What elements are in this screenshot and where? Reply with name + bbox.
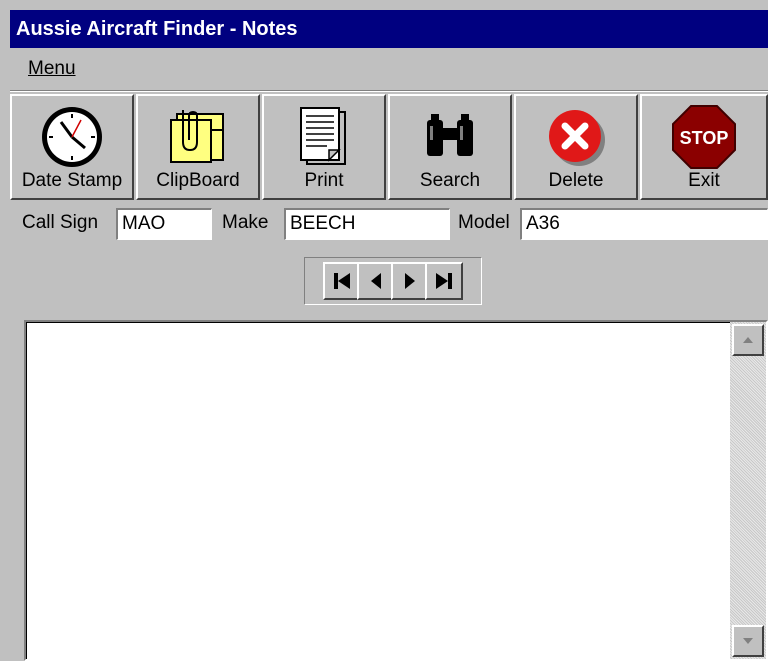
- first-record-button[interactable]: [323, 262, 361, 300]
- notes-text-area[interactable]: [26, 322, 730, 659]
- clipboard-button[interactable]: ClipBoard: [136, 94, 260, 200]
- model-field[interactable]: A36: [520, 208, 768, 240]
- clipboard-icon: [170, 110, 224, 163]
- search-button[interactable]: Search: [388, 94, 512, 200]
- scroll-up-arrow-icon: [743, 337, 753, 343]
- first-record-icon: [334, 273, 350, 289]
- record-navigator: [304, 257, 482, 305]
- menu-separator: [10, 90, 768, 92]
- call-sign-field[interactable]: MAO: [116, 208, 212, 240]
- clock-icon: [42, 107, 102, 167]
- print-button[interactable]: Print: [262, 94, 386, 200]
- scroll-down-arrow-icon: [743, 638, 753, 644]
- date-stamp-label: Date Stamp: [21, 170, 123, 191]
- menu-item-menu[interactable]: Menu: [28, 58, 76, 80]
- clipboard-label: ClipBoard: [156, 170, 240, 191]
- make-field[interactable]: BEECH: [284, 208, 450, 240]
- print-label: Print: [304, 170, 344, 191]
- notes-memo: [24, 320, 768, 661]
- delete-label: Delete: [548, 170, 604, 191]
- menu-bar: Menu: [10, 54, 768, 86]
- delete-x-icon: [549, 110, 605, 166]
- call-sign-label: Call Sign: [22, 212, 99, 233]
- model-label: Model: [458, 212, 510, 233]
- title-bar[interactable]: Aussie Aircraft Finder - Notes: [10, 10, 768, 48]
- date-stamp-button[interactable]: Date Stamp: [10, 94, 134, 200]
- last-record-button[interactable]: [425, 262, 463, 300]
- delete-button[interactable]: Delete: [514, 94, 638, 200]
- window-title: Aussie Aircraft Finder - Notes: [16, 18, 298, 40]
- binoculars-icon: [427, 114, 473, 156]
- previous-record-button[interactable]: [357, 262, 395, 300]
- scroll-down-button[interactable]: [732, 625, 764, 657]
- stop-sign-text: STOP: [680, 128, 729, 148]
- search-label: Search: [419, 170, 481, 191]
- scroll-up-button[interactable]: [732, 324, 764, 356]
- exit-button[interactable]: STOP Exit: [640, 94, 768, 200]
- make-label: Make: [222, 212, 269, 233]
- previous-record-icon: [371, 273, 381, 289]
- notes-window: Aussie Aircraft Finder - Notes Menu Date…: [10, 10, 768, 661]
- stop-sign-icon: STOP: [672, 105, 736, 169]
- record-fields: Call Sign MAO Make BEECH Model A36: [10, 208, 768, 244]
- next-record-button[interactable]: [391, 262, 429, 300]
- vertical-scrollbar[interactable]: [730, 322, 766, 659]
- toolbar: Date Stamp ClipBoard Print Search Delete…: [10, 94, 768, 200]
- document-icon: [300, 107, 346, 165]
- last-record-icon: [436, 273, 452, 289]
- exit-label: Exit: [688, 170, 720, 191]
- next-record-icon: [405, 273, 415, 289]
